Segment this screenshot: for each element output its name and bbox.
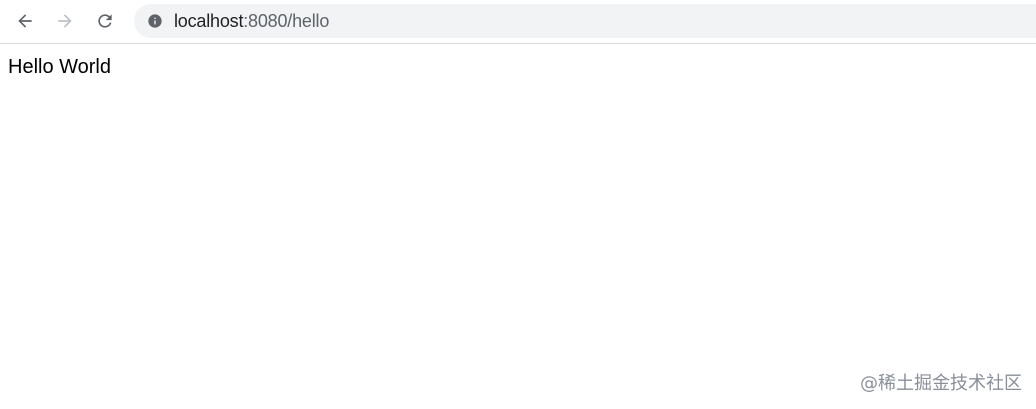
url-host: localhost: [174, 10, 244, 31]
forward-button[interactable]: [50, 6, 80, 36]
address-bar[interactable]: localhost:8080/hello: [134, 4, 1036, 38]
back-button[interactable]: [10, 6, 40, 36]
browser-toolbar: localhost:8080/hello: [0, 0, 1036, 44]
info-icon[interactable]: [146, 12, 164, 30]
reload-icon: [98, 14, 112, 28]
url-text[interactable]: localhost:8080/hello: [174, 11, 329, 32]
url-path: :8080/hello: [243, 10, 330, 31]
arrow-right-icon: [58, 14, 72, 28]
arrow-left-icon: [18, 14, 32, 28]
page-body-text: Hello World: [8, 56, 111, 78]
reload-button[interactable]: [90, 6, 120, 36]
watermark: @稀土掘金技术社区: [860, 373, 1022, 394]
